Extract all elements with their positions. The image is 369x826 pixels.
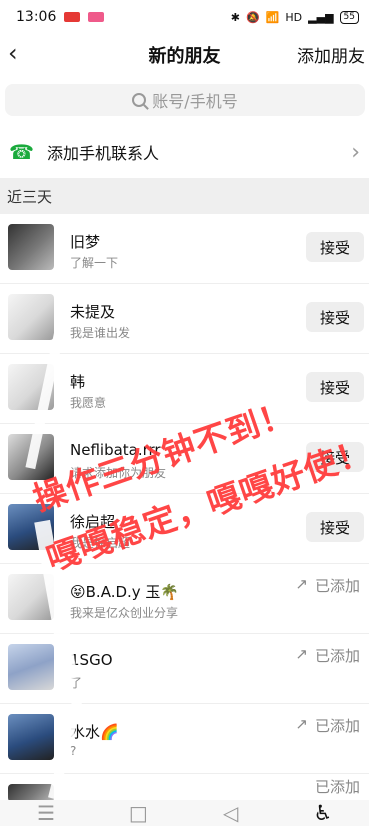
status-time: 13:06 [16, 9, 57, 25]
avatar [8, 294, 54, 340]
navigation-bar: ‹ 新的朋友 添加朋友 [0, 34, 369, 76]
section-header-bar [0, 178, 369, 214]
accept-button[interactable]: 接受 [306, 442, 364, 472]
added-label: 已添加 [314, 647, 360, 665]
added-label: 已添加 [314, 717, 360, 735]
search-input[interactable]: 账号/手机号 [5, 84, 365, 116]
system-navigation-bar: ☰ □ ◁ ♿ [0, 800, 369, 826]
add-friend-button[interactable]: 添加朋友 [297, 42, 365, 67]
avatar [8, 224, 54, 270]
wifi-icon: 📶 [265, 10, 280, 24]
app-badge-red [64, 12, 81, 22]
friend-request-row[interactable]: 旧梦 了解一下 接受 [0, 214, 369, 284]
friend-message: 了解一下 [70, 256, 119, 270]
arrow-up-right-icon: ↗ [295, 645, 308, 663]
friend-message: 我愿意 [70, 396, 107, 410]
friend-message: 我是谁出发 [70, 326, 131, 340]
added-status: ↗ 已添加 [295, 715, 360, 736]
added-label: 已添加 [314, 778, 360, 796]
menu-icon[interactable]: ☰ [26, 801, 66, 825]
friend-name: 旧梦 [70, 233, 101, 251]
friend-name: 徐启超 [70, 513, 116, 531]
accessibility-icon[interactable]: ♿ [303, 801, 343, 825]
search-icon [132, 93, 147, 107]
accept-button[interactable]: 接受 [306, 232, 364, 262]
page-title: 新的朋友 [148, 46, 221, 67]
added-status: ↗ 已添加 [295, 575, 360, 596]
friend-request-row[interactable]: Neflibata.rrr 请求添加你为朋友 接受 [0, 424, 369, 494]
chevron-right-icon: › [351, 140, 360, 165]
bluetooth-icon: ✱ [230, 10, 240, 24]
arrow-up-right-icon: ↗ [295, 575, 308, 593]
accept-button[interactable]: 接受 [306, 302, 364, 332]
back-button[interactable]: ‹ [8, 39, 32, 67]
avatar [8, 644, 54, 690]
avatar [8, 714, 54, 760]
phone-icon: ☎ [9, 140, 34, 164]
friend-name: 韩 [70, 373, 86, 391]
friend-message: 请求添加你为朋友 [70, 466, 167, 480]
section-label: 近三天 [7, 188, 53, 206]
friend-name: Neflibata.rrr [70, 441, 161, 459]
battery-icon: 55 [339, 10, 359, 24]
accept-button[interactable]: 接受 [306, 512, 364, 542]
friend-name: 1SGO [70, 651, 113, 669]
accept-button[interactable]: 接受 [306, 372, 364, 402]
add-phone-contacts-row[interactable]: ☎ 添加手机联系人 › [0, 126, 369, 178]
search-placeholder: 账号/手机号 [152, 92, 238, 111]
added-status: 已添加 [315, 776, 360, 797]
signal-icon: ▂▄▆ [308, 10, 334, 24]
status-bar: 13:06 ✱ 🔕 📶 HD ▂▄▆ 55 [0, 0, 369, 34]
friend-message: 我是徐启超 [70, 536, 131, 550]
back-triangle-icon[interactable]: ◁ [211, 801, 251, 825]
status-hd: HD [285, 10, 303, 24]
friend-message: 我来是亿众创业分享 [70, 606, 179, 620]
add-phone-contacts-label: 添加手机联系人 [47, 144, 160, 163]
friend-name: 😝B.A.D.y 玉🌴 [70, 583, 180, 601]
mute-icon: 🔕 [246, 10, 260, 24]
added-label: 已添加 [314, 577, 360, 595]
status-right: ✱ 🔕 📶 HD ▂▄▆ 55 [230, 10, 359, 24]
added-status: ↗ 已添加 [295, 645, 360, 666]
app-badge-pink [88, 12, 105, 22]
friend-name: 水水🌈 [70, 723, 119, 741]
friend-name: 未提及 [70, 303, 116, 321]
home-icon[interactable]: □ [118, 801, 158, 825]
arrow-up-right-icon: ↗ [295, 715, 308, 733]
status-left: 13:06 [16, 9, 105, 25]
